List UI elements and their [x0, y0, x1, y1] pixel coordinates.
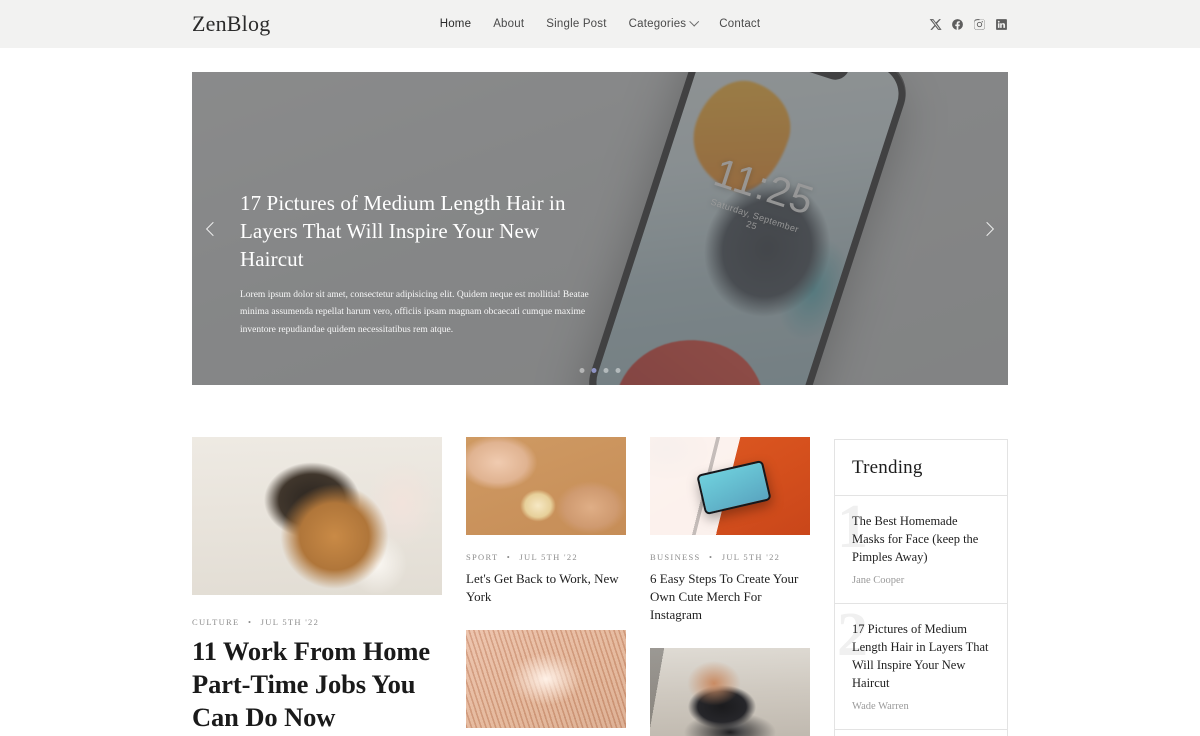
trending-title-2[interactable]: 17 Pictures of Medium Length Hair in Lay… [852, 621, 990, 692]
featured-article[interactable]: CULTURE • JUL 5TH '22 11 Work From Home … [192, 437, 442, 736]
featured-category[interactable]: CULTURE [192, 617, 240, 627]
featured-article-meta: CULTURE • JUL 5TH '22 [192, 617, 442, 627]
trending-sidebar: Trending 1 The Best Homemade Masks for F… [834, 439, 1008, 736]
nav-label-about: About [493, 18, 525, 30]
trending-item-2[interactable]: 2 17 Pictures of Medium Length Hair in L… [835, 604, 1007, 731]
chevron-down-icon [688, 16, 699, 27]
trending-item-1[interactable]: 1 The Best Homemade Masks for Face (keep… [835, 496, 1007, 605]
article-card-title-business[interactable]: 6 Easy Steps To Create Your Own Cute Mer… [650, 570, 810, 624]
chevron-left-icon [205, 221, 221, 236]
nav-item-contact[interactable]: Contact [719, 18, 760, 30]
nav-label-contact: Contact [719, 18, 761, 30]
hero-content: 17 Pictures of Medium Length Hair in Lay… [240, 190, 600, 339]
nav-item-categories[interactable]: Categories [628, 16, 699, 30]
article-card-image-workout[interactable] [650, 647, 810, 736]
carousel-dot-4[interactable] [615, 368, 621, 373]
trending-title-1[interactable]: The Best Homemade Masks for Face (keep t… [852, 513, 990, 566]
trending-header: Trending [835, 440, 1007, 496]
article-card-sport[interactable]: SPORT • JUL 5TH '22 Let's Get Back to Wo… [466, 437, 626, 606]
article-date-sport: JUL 5TH '22 [519, 552, 578, 562]
article-date-business: JUL 5TH '22 [721, 552, 781, 562]
meta-separator: • [709, 552, 714, 562]
instagram-icon[interactable] [973, 18, 986, 31]
article-category-business[interactable]: BUSINESS [650, 552, 701, 562]
trending-rank-3: 3 [837, 730, 868, 736]
featured-date: JUL 5TH '22 [260, 617, 320, 627]
article-card-pages[interactable] [466, 629, 626, 736]
article-card-workout[interactable] [650, 647, 810, 736]
linkedin-icon[interactable] [995, 18, 1008, 31]
article-card-image-track[interactable] [650, 437, 810, 535]
chevron-right-icon [979, 221, 995, 236]
hero-excerpt: Lorem ipsum dolor sit amet, consectetur … [240, 289, 589, 335]
x-twitter-icon[interactable] [929, 18, 942, 31]
nav-label-home: Home [439, 18, 472, 30]
carousel-next-button[interactable] [974, 216, 1000, 242]
carousel-dot-2[interactable] [591, 368, 597, 373]
article-column-three: BUSINESS • JUL 5TH '22 6 Easy Steps To C… [650, 437, 810, 736]
nav-label-single-post: Single Post [546, 18, 607, 30]
nav-item-about[interactable]: About [493, 18, 524, 30]
meta-separator: • [506, 552, 512, 562]
article-grid: CULTURE • JUL 5TH '22 11 Work From Home … [192, 437, 1008, 736]
featured-article-title[interactable]: 11 Work From Home Part-Time Jobs You Can… [192, 635, 442, 734]
trending-heading: Trending [852, 457, 923, 478]
carousel-dot-1[interactable] [579, 368, 585, 373]
article-card-meta-sport: SPORT • JUL 5TH '22 [466, 552, 626, 562]
article-card-business[interactable]: BUSINESS • JUL 5TH '22 6 Easy Steps To C… [650, 437, 810, 624]
article-card-image-pages[interactable] [466, 629, 626, 728]
hero-title[interactable]: 17 Pictures of Medium Length Hair in Lay… [240, 190, 600, 274]
trending-author-1: Jane Cooper [852, 575, 905, 587]
nav-item-single-post[interactable]: Single Post [546, 18, 606, 30]
hero-carousel: 11:25 Saturday, September 25 17 Pictures… [192, 72, 1008, 385]
featured-article-image[interactable] [192, 437, 442, 595]
site-header: ZenBlog Home About Single Post Categorie… [0, 0, 1200, 48]
article-column-two: SPORT • JUL 5TH '22 Let's Get Back to Wo… [466, 437, 626, 736]
article-card-image-hands[interactable] [466, 437, 626, 535]
article-card-meta-business: BUSINESS • JUL 5TH '22 [650, 552, 810, 562]
trending-item-3[interactable]: 3 13 Amazing Poems from Shel Silverstein… [835, 730, 1007, 736]
article-category-sport[interactable]: SPORT [466, 552, 498, 562]
carousel-prev-button[interactable] [200, 216, 226, 242]
nav-item-home[interactable]: Home [440, 18, 471, 30]
main-navigation: Home About Single Post Categories Contac… [440, 16, 761, 30]
site-logo[interactable]: ZenBlog [192, 11, 270, 37]
meta-separator: • [247, 617, 253, 627]
social-links [929, 18, 1008, 31]
carousel-dots [579, 368, 621, 373]
carousel-dot-3[interactable] [603, 368, 609, 373]
trending-author-2: Wade Warren [852, 701, 909, 713]
nav-label-categories: Categories [628, 18, 687, 30]
facebook-icon[interactable] [951, 18, 964, 31]
article-card-title-sport[interactable]: Let's Get Back to Work, New York [466, 570, 626, 606]
